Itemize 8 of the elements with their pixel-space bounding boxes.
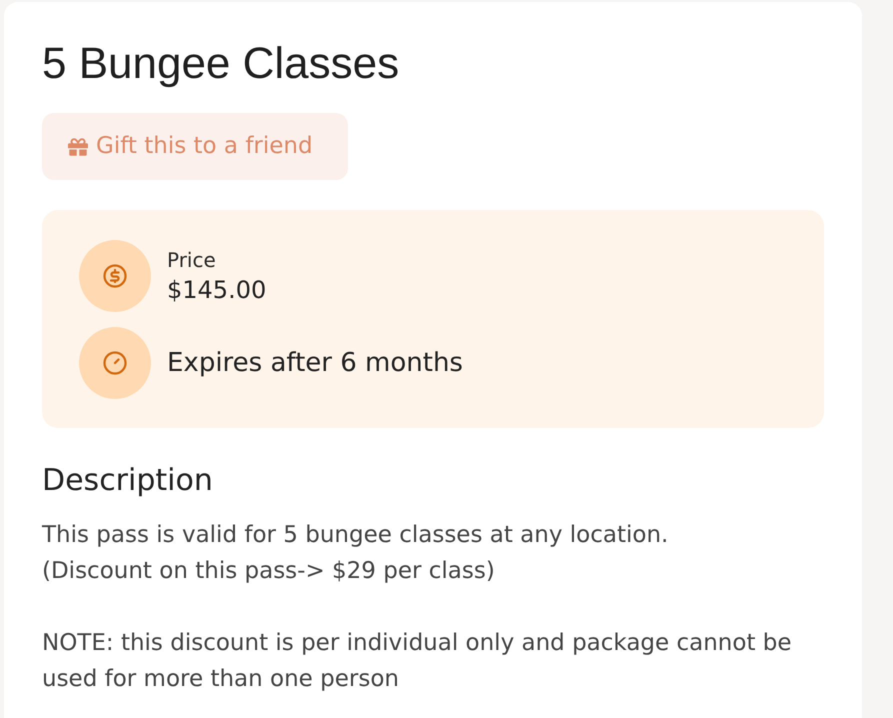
page-title: 5 Bungee Classes [42, 38, 400, 90]
price-value: $145.00 [167, 275, 266, 306]
expiry-text: Expires after 6 months [167, 347, 463, 380]
gift-icon [68, 136, 88, 156]
detail-label: Price [167, 247, 217, 274]
description-heading: Description [42, 463, 214, 499]
description-text: This pass is valid for 5 bungee classes at any location. (Discount on this pass-> $29 per class) NOTE: this discount is per individual only and package cannot be used for more than one person [42, 521, 793, 694]
gift-button[interactable]: Gift this to a friend [42, 113, 348, 180]
